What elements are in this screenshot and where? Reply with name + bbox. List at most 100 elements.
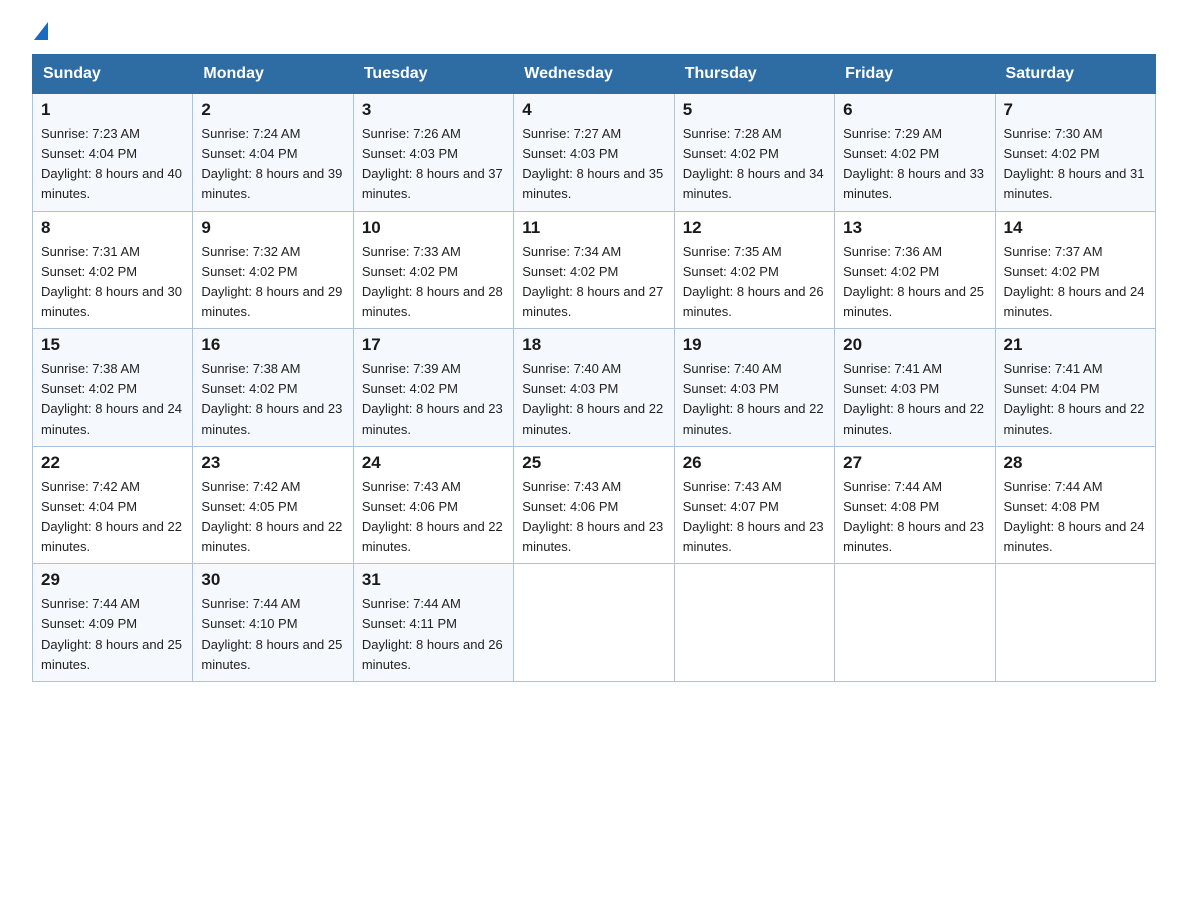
calendar-cell: 9 Sunrise: 7:32 AMSunset: 4:02 PMDayligh… [193, 211, 353, 329]
day-detail: Sunrise: 7:38 AMSunset: 4:02 PMDaylight:… [41, 361, 182, 436]
calendar-cell: 26 Sunrise: 7:43 AMSunset: 4:07 PMDaylig… [674, 446, 834, 564]
day-detail: Sunrise: 7:44 AMSunset: 4:11 PMDaylight:… [362, 596, 503, 671]
day-number: 27 [843, 453, 986, 473]
calendar-cell [995, 564, 1155, 682]
column-header-monday: Monday [193, 55, 353, 94]
day-detail: Sunrise: 7:27 AMSunset: 4:03 PMDaylight:… [522, 126, 663, 201]
calendar-cell: 20 Sunrise: 7:41 AMSunset: 4:03 PMDaylig… [835, 329, 995, 447]
calendar-cell: 7 Sunrise: 7:30 AMSunset: 4:02 PMDayligh… [995, 94, 1155, 212]
day-detail: Sunrise: 7:23 AMSunset: 4:04 PMDaylight:… [41, 126, 182, 201]
day-number: 14 [1004, 218, 1147, 238]
day-number: 2 [201, 100, 344, 120]
day-detail: Sunrise: 7:42 AMSunset: 4:04 PMDaylight:… [41, 479, 182, 554]
calendar-cell: 24 Sunrise: 7:43 AMSunset: 4:06 PMDaylig… [353, 446, 513, 564]
day-detail: Sunrise: 7:41 AMSunset: 4:04 PMDaylight:… [1004, 361, 1145, 436]
calendar-cell: 19 Sunrise: 7:40 AMSunset: 4:03 PMDaylig… [674, 329, 834, 447]
calendar-cell: 11 Sunrise: 7:34 AMSunset: 4:02 PMDaylig… [514, 211, 674, 329]
column-header-thursday: Thursday [674, 55, 834, 94]
day-number: 3 [362, 100, 505, 120]
day-detail: Sunrise: 7:36 AMSunset: 4:02 PMDaylight:… [843, 244, 984, 319]
calendar-cell: 17 Sunrise: 7:39 AMSunset: 4:02 PMDaylig… [353, 329, 513, 447]
calendar-week-row: 29 Sunrise: 7:44 AMSunset: 4:09 PMDaylig… [33, 564, 1156, 682]
day-number: 7 [1004, 100, 1147, 120]
day-number: 21 [1004, 335, 1147, 355]
day-number: 28 [1004, 453, 1147, 473]
calendar-cell [674, 564, 834, 682]
calendar-cell: 16 Sunrise: 7:38 AMSunset: 4:02 PMDaylig… [193, 329, 353, 447]
day-detail: Sunrise: 7:29 AMSunset: 4:02 PMDaylight:… [843, 126, 984, 201]
day-number: 24 [362, 453, 505, 473]
day-number: 25 [522, 453, 665, 473]
column-header-wednesday: Wednesday [514, 55, 674, 94]
calendar-cell [835, 564, 995, 682]
day-detail: Sunrise: 7:40 AMSunset: 4:03 PMDaylight:… [683, 361, 824, 436]
day-number: 11 [522, 218, 665, 238]
day-number: 31 [362, 570, 505, 590]
calendar-cell: 30 Sunrise: 7:44 AMSunset: 4:10 PMDaylig… [193, 564, 353, 682]
day-number: 17 [362, 335, 505, 355]
day-detail: Sunrise: 7:28 AMSunset: 4:02 PMDaylight:… [683, 126, 824, 201]
day-detail: Sunrise: 7:31 AMSunset: 4:02 PMDaylight:… [41, 244, 182, 319]
calendar-cell: 5 Sunrise: 7:28 AMSunset: 4:02 PMDayligh… [674, 94, 834, 212]
day-number: 6 [843, 100, 986, 120]
column-header-saturday: Saturday [995, 55, 1155, 94]
calendar-cell: 8 Sunrise: 7:31 AMSunset: 4:02 PMDayligh… [33, 211, 193, 329]
logo-triangle-icon [34, 22, 48, 40]
calendar-cell: 25 Sunrise: 7:43 AMSunset: 4:06 PMDaylig… [514, 446, 674, 564]
day-detail: Sunrise: 7:30 AMSunset: 4:02 PMDaylight:… [1004, 126, 1145, 201]
column-header-sunday: Sunday [33, 55, 193, 94]
day-number: 19 [683, 335, 826, 355]
logo [32, 24, 48, 42]
calendar-header-row: SundayMondayTuesdayWednesdayThursdayFrid… [33, 55, 1156, 94]
calendar-cell: 28 Sunrise: 7:44 AMSunset: 4:08 PMDaylig… [995, 446, 1155, 564]
day-detail: Sunrise: 7:44 AMSunset: 4:08 PMDaylight:… [1004, 479, 1145, 554]
day-detail: Sunrise: 7:42 AMSunset: 4:05 PMDaylight:… [201, 479, 342, 554]
day-number: 18 [522, 335, 665, 355]
day-detail: Sunrise: 7:39 AMSunset: 4:02 PMDaylight:… [362, 361, 503, 436]
day-number: 23 [201, 453, 344, 473]
page-header [32, 24, 1156, 42]
calendar-cell: 14 Sunrise: 7:37 AMSunset: 4:02 PMDaylig… [995, 211, 1155, 329]
calendar-cell: 29 Sunrise: 7:44 AMSunset: 4:09 PMDaylig… [33, 564, 193, 682]
day-number: 16 [201, 335, 344, 355]
calendar-cell: 15 Sunrise: 7:38 AMSunset: 4:02 PMDaylig… [33, 329, 193, 447]
calendar-cell: 1 Sunrise: 7:23 AMSunset: 4:04 PMDayligh… [33, 94, 193, 212]
calendar-week-row: 1 Sunrise: 7:23 AMSunset: 4:04 PMDayligh… [33, 94, 1156, 212]
day-detail: Sunrise: 7:24 AMSunset: 4:04 PMDaylight:… [201, 126, 342, 201]
day-number: 5 [683, 100, 826, 120]
calendar-week-row: 15 Sunrise: 7:38 AMSunset: 4:02 PMDaylig… [33, 329, 1156, 447]
day-detail: Sunrise: 7:38 AMSunset: 4:02 PMDaylight:… [201, 361, 342, 436]
calendar-cell: 12 Sunrise: 7:35 AMSunset: 4:02 PMDaylig… [674, 211, 834, 329]
day-detail: Sunrise: 7:43 AMSunset: 4:07 PMDaylight:… [683, 479, 824, 554]
calendar-week-row: 22 Sunrise: 7:42 AMSunset: 4:04 PMDaylig… [33, 446, 1156, 564]
day-number: 1 [41, 100, 184, 120]
calendar-cell: 18 Sunrise: 7:40 AMSunset: 4:03 PMDaylig… [514, 329, 674, 447]
day-number: 10 [362, 218, 505, 238]
day-detail: Sunrise: 7:44 AMSunset: 4:10 PMDaylight:… [201, 596, 342, 671]
day-detail: Sunrise: 7:37 AMSunset: 4:02 PMDaylight:… [1004, 244, 1145, 319]
day-number: 9 [201, 218, 344, 238]
day-number: 4 [522, 100, 665, 120]
day-number: 13 [843, 218, 986, 238]
day-detail: Sunrise: 7:33 AMSunset: 4:02 PMDaylight:… [362, 244, 503, 319]
calendar-week-row: 8 Sunrise: 7:31 AMSunset: 4:02 PMDayligh… [33, 211, 1156, 329]
day-detail: Sunrise: 7:43 AMSunset: 4:06 PMDaylight:… [362, 479, 503, 554]
day-number: 29 [41, 570, 184, 590]
calendar-cell: 23 Sunrise: 7:42 AMSunset: 4:05 PMDaylig… [193, 446, 353, 564]
calendar-cell: 10 Sunrise: 7:33 AMSunset: 4:02 PMDaylig… [353, 211, 513, 329]
calendar-cell: 2 Sunrise: 7:24 AMSunset: 4:04 PMDayligh… [193, 94, 353, 212]
calendar-table: SundayMondayTuesdayWednesdayThursdayFrid… [32, 54, 1156, 682]
day-detail: Sunrise: 7:35 AMSunset: 4:02 PMDaylight:… [683, 244, 824, 319]
calendar-cell: 13 Sunrise: 7:36 AMSunset: 4:02 PMDaylig… [835, 211, 995, 329]
day-detail: Sunrise: 7:44 AMSunset: 4:08 PMDaylight:… [843, 479, 984, 554]
calendar-cell: 21 Sunrise: 7:41 AMSunset: 4:04 PMDaylig… [995, 329, 1155, 447]
day-detail: Sunrise: 7:44 AMSunset: 4:09 PMDaylight:… [41, 596, 182, 671]
day-detail: Sunrise: 7:34 AMSunset: 4:02 PMDaylight:… [522, 244, 663, 319]
column-header-tuesday: Tuesday [353, 55, 513, 94]
calendar-cell: 6 Sunrise: 7:29 AMSunset: 4:02 PMDayligh… [835, 94, 995, 212]
day-detail: Sunrise: 7:26 AMSunset: 4:03 PMDaylight:… [362, 126, 503, 201]
day-detail: Sunrise: 7:40 AMSunset: 4:03 PMDaylight:… [522, 361, 663, 436]
day-number: 26 [683, 453, 826, 473]
day-detail: Sunrise: 7:43 AMSunset: 4:06 PMDaylight:… [522, 479, 663, 554]
calendar-cell: 22 Sunrise: 7:42 AMSunset: 4:04 PMDaylig… [33, 446, 193, 564]
